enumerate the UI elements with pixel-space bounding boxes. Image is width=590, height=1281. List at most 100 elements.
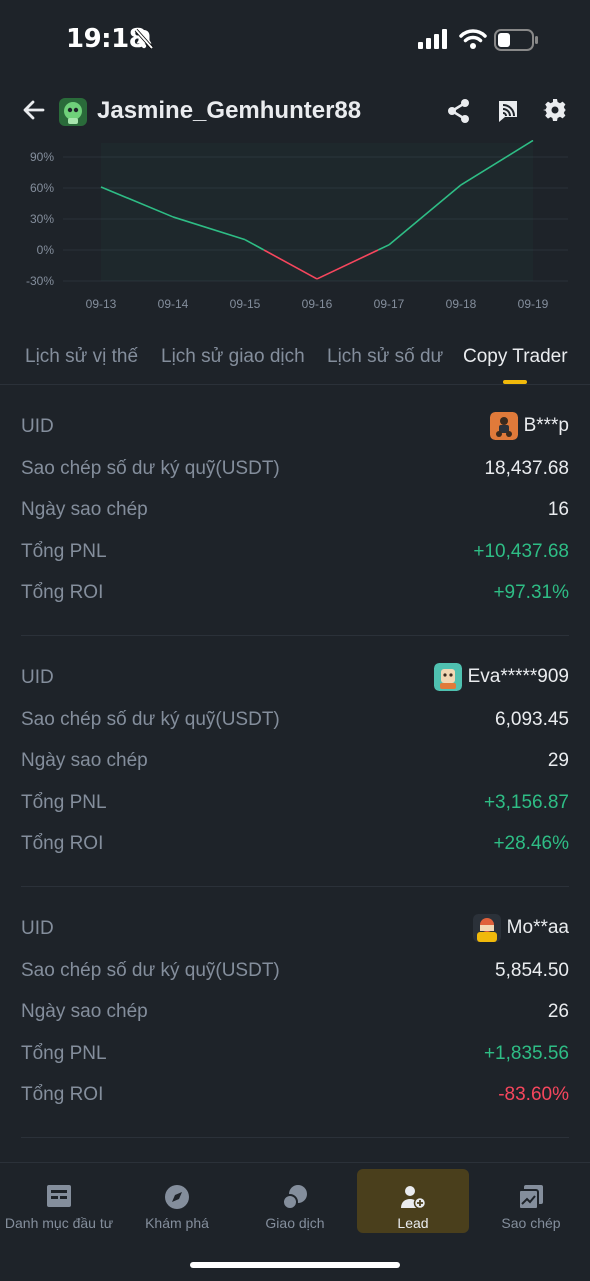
uid-value: Eva*****909 — [433, 663, 569, 691]
copier-avatar — [433, 663, 462, 691]
roi-label: Tổng ROI — [21, 833, 104, 854]
margin-value: 6,093.45 — [495, 709, 569, 730]
trade-icon — [282, 1185, 307, 1210]
page-title: Jasmine_Gemhunter88 — [97, 97, 362, 124]
x-tick-label: 09-13 — [86, 297, 117, 311]
uid-row: UID B***p — [21, 412, 569, 442]
tab-bar: Lịch sử vị thế Lịch sử giao dịch Lịch sử… — [0, 340, 590, 385]
lead-trader-avatar — [59, 98, 87, 126]
days-row: Ngày sao chép 26 — [21, 1001, 569, 1027]
nav-lead[interactable]: Lead — [357, 1169, 469, 1233]
nav-label: Giao dịch — [265, 1215, 325, 1231]
back-arrow-icon[interactable] — [22, 98, 46, 122]
copier-avatar — [489, 412, 518, 440]
nav-copy[interactable]: Sao chép — [472, 1169, 590, 1233]
card-divider — [21, 635, 569, 636]
roi-value: -83.60% — [498, 1084, 569, 1105]
x-tick-label: 09-15 — [230, 297, 261, 311]
roi-value: +28.46% — [493, 833, 569, 854]
margin-label: Sao chép số dư ký quỹ(USDT) — [21, 709, 280, 730]
bell-muted-icon — [134, 28, 154, 50]
nav-trade[interactable]: Giao dịch — [236, 1169, 354, 1233]
margin-label: Sao chép số dư ký quỹ(USDT) — [21, 458, 280, 479]
nav-discover[interactable]: Khám phá — [118, 1169, 236, 1233]
uid-value: Mo**aa — [472, 914, 569, 942]
y-tick-label: -30% — [26, 274, 54, 288]
nav-portfolio[interactable]: Danh mục đầu tư — [0, 1169, 118, 1233]
pnl-label: Tổng PNL — [21, 792, 107, 813]
margin-label: Sao chép số dư ký quỹ(USDT) — [21, 960, 280, 981]
pnl-value: +1,835.56 — [483, 1043, 569, 1064]
days-value: 29 — [547, 750, 569, 771]
x-tick-label: 09-14 — [158, 297, 189, 311]
card-divider — [21, 886, 569, 887]
days-row: Ngày sao chép 29 — [21, 750, 569, 776]
uid-row: UID Eva*****909 — [21, 663, 569, 693]
pnl-value: +3,156.87 — [483, 792, 569, 813]
pnl-row: Tổng PNL +1,835.56 — [21, 1043, 569, 1069]
pnl-label: Tổng PNL — [21, 541, 107, 562]
copier-card: UID B***p Sao chép số dư ký quỹ(USDT) 18… — [0, 386, 590, 637]
margin-row: Sao chép số dư ký quỹ(USDT) 18,437.68 — [21, 458, 569, 484]
x-tick-label: 09-19 — [518, 297, 549, 311]
portfolio-icon — [47, 1185, 71, 1207]
roi-row: Tổng ROI +28.46% — [21, 833, 569, 859]
copier-card: UID Eva*****909 Sao chép số dư ký quỹ(US… — [0, 637, 590, 888]
wifi-icon — [459, 29, 487, 49]
status-bar: 19:18 — [0, 0, 590, 80]
active-tab-indicator — [503, 380, 527, 384]
roi-row: Tổng ROI +97.31% — [21, 582, 569, 608]
tab-position-history[interactable]: Lịch sử vị thế — [25, 346, 138, 368]
x-tick-label: 09-18 — [446, 297, 477, 311]
y-tick-label: 30% — [30, 212, 54, 226]
days-row: Ngày sao chép 16 — [21, 499, 569, 525]
margin-row: Sao chép số dư ký quỹ(USDT) 6,093.45 — [21, 709, 569, 735]
lead-icon — [401, 1186, 427, 1210]
tab-trade-history[interactable]: Lịch sử giao dịch — [161, 346, 305, 368]
home-indicator — [190, 1262, 400, 1268]
tab-copy-trader[interactable]: Copy Trader — [463, 346, 568, 368]
nav-label: Khám phá — [145, 1215, 209, 1231]
pnl-row: Tổng PNL +3,156.87 — [21, 792, 569, 818]
uid-row: UID Mo**aa — [21, 914, 569, 944]
signal-icon — [418, 29, 447, 49]
nav-label: Danh mục đầu tư — [4, 1215, 114, 1231]
uid-text: Mo**aa — [506, 917, 569, 938]
margin-row: Sao chép số dư ký quỹ(USDT) 5,854.50 — [21, 960, 569, 986]
area-shade — [101, 143, 533, 281]
roi-label: Tổng ROI — [21, 582, 104, 603]
copier-card: UID Mo**aa Sao chép số dư ký quỹ(USDT) 5… — [0, 888, 590, 1139]
days-label: Ngày sao chép — [21, 1001, 148, 1022]
x-tick-label: 09-17 — [374, 297, 405, 311]
card-divider — [21, 1137, 569, 1138]
uid-value: B***p — [489, 412, 569, 440]
copy-chart-icon — [518, 1185, 543, 1210]
margin-value: 5,854.50 — [495, 960, 569, 981]
settings-gear-icon[interactable] — [543, 98, 567, 122]
pnl-value: +10,437.68 — [473, 541, 569, 562]
pnl-label: Tổng PNL — [21, 1043, 107, 1064]
days-value: 26 — [547, 1001, 569, 1022]
feed-cast-icon[interactable] — [496, 98, 520, 124]
roi-value: +97.31% — [493, 582, 569, 603]
nav-label: Sao chép — [501, 1215, 561, 1231]
roi-label: Tổng ROI — [21, 1084, 104, 1105]
copier-avatar — [472, 914, 501, 942]
uid-text: Eva*****909 — [467, 666, 569, 687]
uid-label: UID — [21, 667, 54, 688]
uid-text: B***p — [523, 415, 569, 436]
roi-line-chart: 90% 60% 30% 0% -30% 09-13 09-14 09-15 09-16 09-17… — [0, 139, 590, 320]
y-tick-label: 90% — [30, 150, 54, 164]
app-header: Jasmine_Gemhunter88 — [0, 88, 590, 136]
days-label: Ngày sao chép — [21, 750, 148, 771]
y-tick-label: 0% — [37, 243, 55, 257]
days-label: Ngày sao chép — [21, 499, 148, 520]
battery-icon — [494, 29, 538, 51]
roi-row: Tổng ROI -83.60% — [21, 1084, 569, 1110]
y-tick-label: 60% — [30, 181, 54, 195]
nav-label: Lead — [397, 1215, 429, 1231]
uid-label: UID — [21, 416, 54, 437]
share-icon[interactable] — [447, 98, 471, 124]
tab-balance-history[interactable]: Lịch sử số dư — [327, 346, 443, 368]
days-value: 16 — [547, 499, 569, 520]
